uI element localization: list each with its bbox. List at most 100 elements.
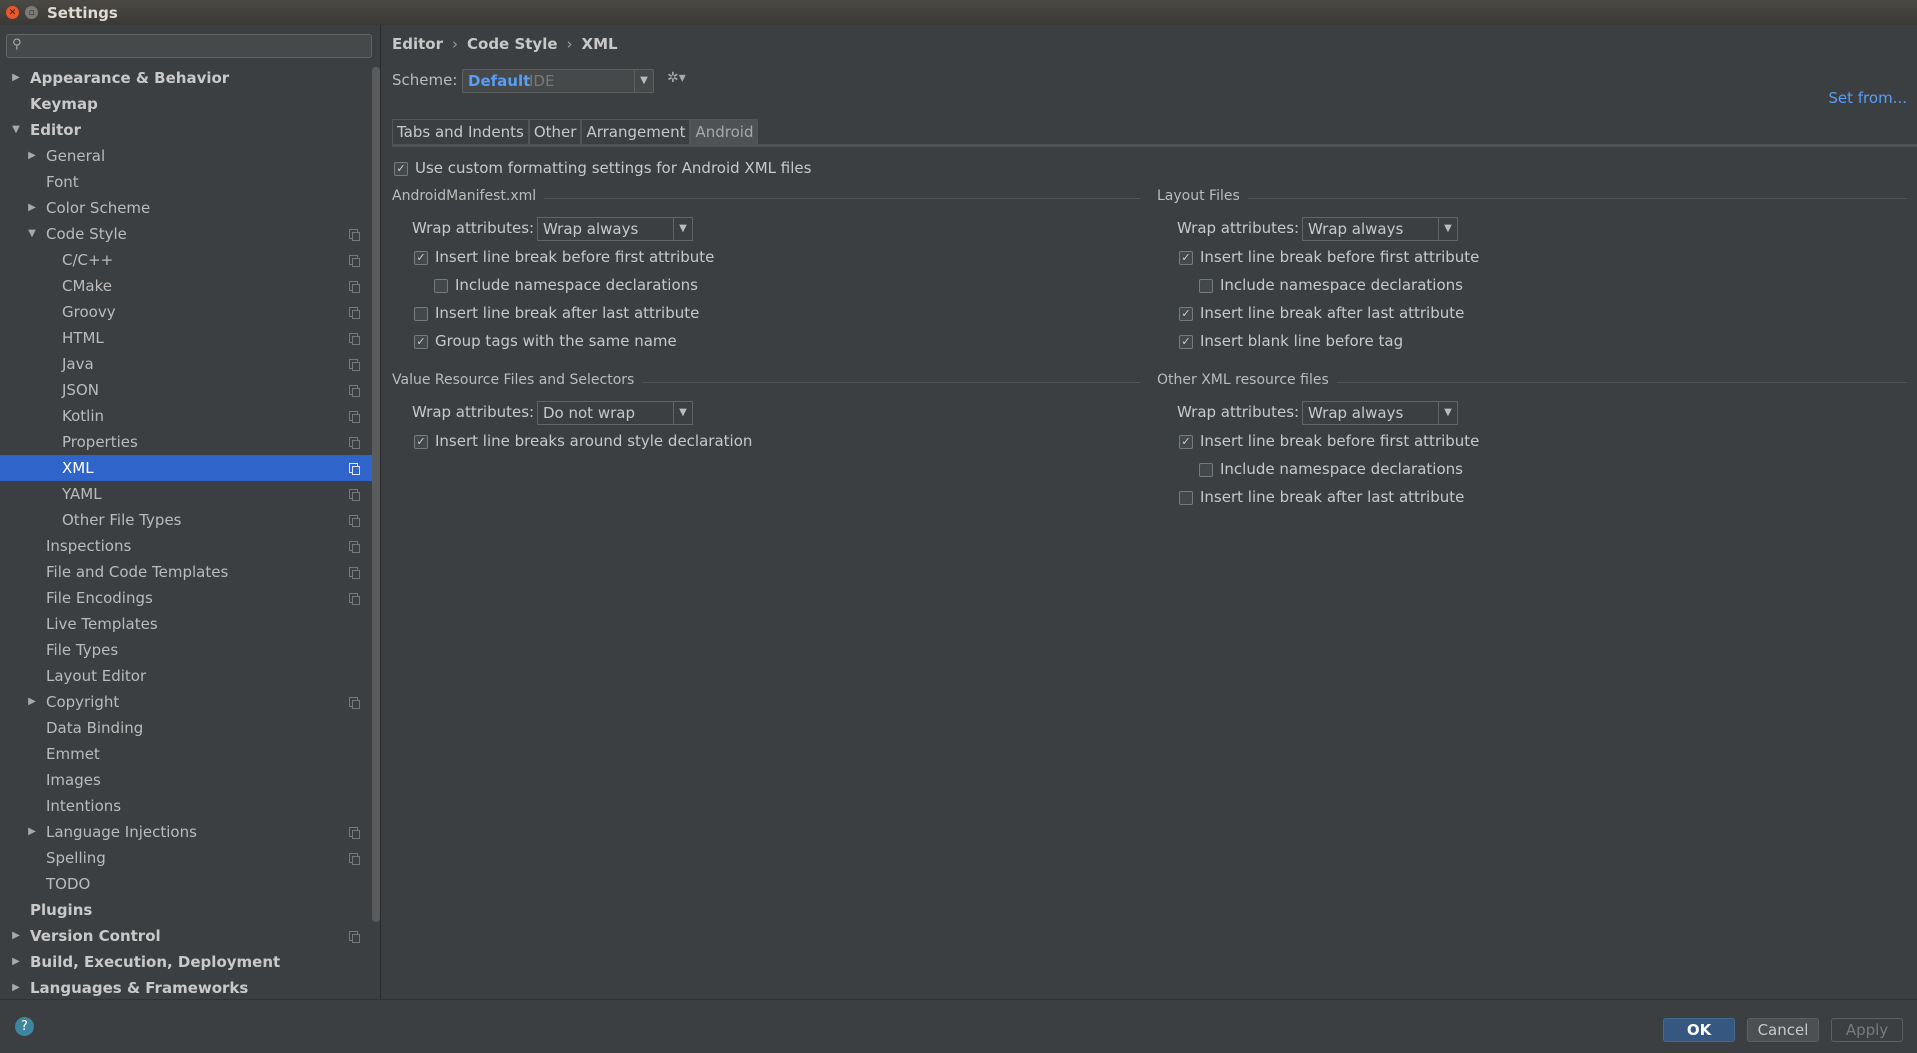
sidebar-item-cmake[interactable]: CMake <box>0 273 372 299</box>
chevron-down-icon: ▼ <box>1438 402 1457 424</box>
sidebar-item-label: Keymap <box>30 95 98 113</box>
option-checkbox-insert-line-break-after-last-attribute[interactable] <box>1179 491 1193 505</box>
expand-right-icon[interactable]: ▶ <box>26 195 38 221</box>
expand-down-icon[interactable]: ▼ <box>10 117 22 143</box>
wrap-attributes-dropdown[interactable]: Wrap always ▼ <box>1302 401 1458 425</box>
settings-search-input[interactable]: ⚲ <box>6 34 372 58</box>
tab-tabs-and-indents[interactable]: Tabs and Indents <box>392 119 529 145</box>
apply-button[interactable]: Apply <box>1831 1018 1903 1042</box>
sidebar-item-layout-editor[interactable]: Layout Editor <box>0 663 372 689</box>
set-from-link[interactable]: Set from... <box>1828 89 1907 107</box>
sidebar-item-groovy[interactable]: Groovy <box>0 299 372 325</box>
scheme-suffix: IDE <box>529 72 555 90</box>
project-scope-icon <box>349 281 360 293</box>
option-checkbox-insert-line-break-after-last-attribute[interactable] <box>414 307 428 321</box>
sidebar-item-emmet[interactable]: Emmet <box>0 741 372 767</box>
expand-right-icon[interactable]: ▶ <box>26 689 38 715</box>
sidebar-item-inspections[interactable]: Inspections <box>0 533 372 559</box>
minimize-window-icon[interactable]: ▫ <box>25 6 38 19</box>
expand-right-icon[interactable]: ▶ <box>10 975 22 1001</box>
option-checkbox-insert-line-break-after-last-attribute[interactable]: ✓ <box>1179 307 1193 321</box>
cancel-button[interactable]: Cancel <box>1747 1018 1819 1042</box>
wrap-attributes-dropdown[interactable]: Wrap always ▼ <box>1302 217 1458 241</box>
sidebar-item-keymap[interactable]: Keymap <box>0 91 372 117</box>
sidebar-item-label: Plugins <box>30 901 93 919</box>
option-checkbox-include-namespace-declarations[interactable] <box>1199 463 1213 477</box>
sidebar-item-file-encodings[interactable]: File Encodings <box>0 585 372 611</box>
scheme-dropdown[interactable]: Default IDE ▼ <box>462 69 654 93</box>
option-label: Include namespace declarations <box>455 276 698 294</box>
tab-arrangement[interactable]: Arrangement <box>581 119 691 145</box>
expand-right-icon[interactable]: ▶ <box>10 949 22 975</box>
expand-right-icon[interactable]: ▶ <box>26 143 38 169</box>
sidebar-scrollbar[interactable] <box>372 67 380 922</box>
option-checkbox-insert-line-break-before-first-attribute[interactable]: ✓ <box>1179 435 1193 449</box>
sidebar-item-language-injections[interactable]: ▶ Language Injections <box>0 819 372 845</box>
project-scope-icon <box>349 827 360 839</box>
option-checkbox-include-namespace-declarations[interactable] <box>1199 279 1213 293</box>
sidebar-item-c-c[interactable]: C/C++ <box>0 247 372 273</box>
sidebar-item-languages-frameworks[interactable]: ▶ Languages & Frameworks <box>0 975 372 1001</box>
expand-right-icon[interactable]: ▶ <box>10 923 22 949</box>
option-label: Insert line break before first attribute <box>435 248 715 266</box>
option-checkbox-insert-blank-line-before-tag[interactable]: ✓ <box>1179 335 1193 349</box>
sidebar-item-xml[interactable]: XML <box>0 455 372 481</box>
settings-content: Editor › Code Style › XML Scheme: Default ID… <box>382 25 1917 999</box>
sidebar-item-color-scheme[interactable]: ▶ Color Scheme <box>0 195 372 221</box>
gear-icon[interactable]: ✲▾ <box>667 70 686 86</box>
sidebar-item-label: HTML <box>62 329 104 347</box>
wrap-attributes-dropdown[interactable]: Do not wrap ▼ <box>537 401 693 425</box>
sidebar-item-file-types[interactable]: File Types <box>0 637 372 663</box>
sidebar-item-file-and-code-templates[interactable]: File and Code Templates <box>0 559 372 585</box>
option-checkbox-include-namespace-declarations[interactable] <box>434 279 448 293</box>
expand-right-icon[interactable]: ▶ <box>26 819 38 845</box>
section-title: AndroidManifest.xml <box>392 188 537 204</box>
option-checkbox-insert-line-breaks-around-style-declaration[interactable]: ✓ <box>414 435 428 449</box>
wrap-attributes-value: Wrap always <box>543 220 639 238</box>
project-scope-icon <box>349 411 360 423</box>
tab-bar: Tabs and Indents Other Arrangement Andro… <box>392 119 759 145</box>
sidebar-item-json[interactable]: JSON <box>0 377 372 403</box>
sidebar-item-images[interactable]: Images <box>0 767 372 793</box>
sidebar-item-kotlin[interactable]: Kotlin <box>0 403 372 429</box>
close-window-icon[interactable]: ✕ <box>6 6 19 19</box>
tab-other[interactable]: Other <box>528 119 582 145</box>
wrap-attributes-dropdown[interactable]: Wrap always ▼ <box>537 217 693 241</box>
sidebar-item-label: JSON <box>62 381 99 399</box>
project-scope-icon <box>349 463 360 475</box>
use-custom-formatting-checkbox[interactable]: ✓ <box>394 162 408 176</box>
sidebar-item-todo[interactable]: TODO <box>0 871 372 897</box>
sidebar-item-plugins[interactable]: Plugins <box>0 897 372 923</box>
tab-android[interactable]: Android <box>690 119 759 145</box>
sidebar-item-html[interactable]: HTML <box>0 325 372 351</box>
sidebar-item-build-execution-deployment[interactable]: ▶ Build, Execution, Deployment <box>0 949 372 975</box>
sidebar-item-editor[interactable]: ▼ Editor <box>0 117 372 143</box>
expand-down-icon[interactable]: ▼ <box>26 221 38 247</box>
sidebar-item-intentions[interactable]: Intentions <box>0 793 372 819</box>
chevron-down-icon: ▼ <box>634 70 653 92</box>
option-checkbox-group-tags-with-the-same-name[interactable]: ✓ <box>414 335 428 349</box>
sidebar-item-code-style[interactable]: ▼ Code Style <box>0 221 372 247</box>
sidebar-item-general[interactable]: ▶ General <box>0 143 372 169</box>
sidebar-item-spelling[interactable]: Spelling <box>0 845 372 871</box>
expand-right-icon[interactable]: ▶ <box>10 65 22 91</box>
breadcrumb-code-style: Code Style <box>467 35 558 53</box>
sidebar-item-live-templates[interactable]: Live Templates <box>0 611 372 637</box>
sidebar-item-properties[interactable]: Properties <box>0 429 372 455</box>
sidebar-item-font[interactable]: Font <box>0 169 372 195</box>
sidebar-item-data-binding[interactable]: Data Binding <box>0 715 372 741</box>
sidebar-item-label: Spelling <box>46 849 106 867</box>
ok-button[interactable]: OK <box>1663 1018 1735 1042</box>
project-scope-icon <box>349 541 360 553</box>
sidebar-item-version-control[interactable]: ▶ Version Control <box>0 923 372 949</box>
sidebar-item-label: File and Code Templates <box>46 563 229 581</box>
option-checkbox-insert-line-break-before-first-attribute[interactable]: ✓ <box>1179 251 1193 265</box>
sidebar-item-yaml[interactable]: YAML <box>0 481 372 507</box>
sidebar-item-other-file-types[interactable]: Other File Types <box>0 507 372 533</box>
sidebar-item-appearance-behavior[interactable]: ▶ Appearance & Behavior <box>0 65 372 91</box>
sidebar-item-label: File Types <box>46 641 119 659</box>
help-icon[interactable]: ? <box>15 1017 34 1036</box>
sidebar-item-java[interactable]: Java <box>0 351 372 377</box>
option-checkbox-insert-line-break-before-first-attribute[interactable]: ✓ <box>414 251 428 265</box>
sidebar-item-copyright[interactable]: ▶ Copyright <box>0 689 372 715</box>
